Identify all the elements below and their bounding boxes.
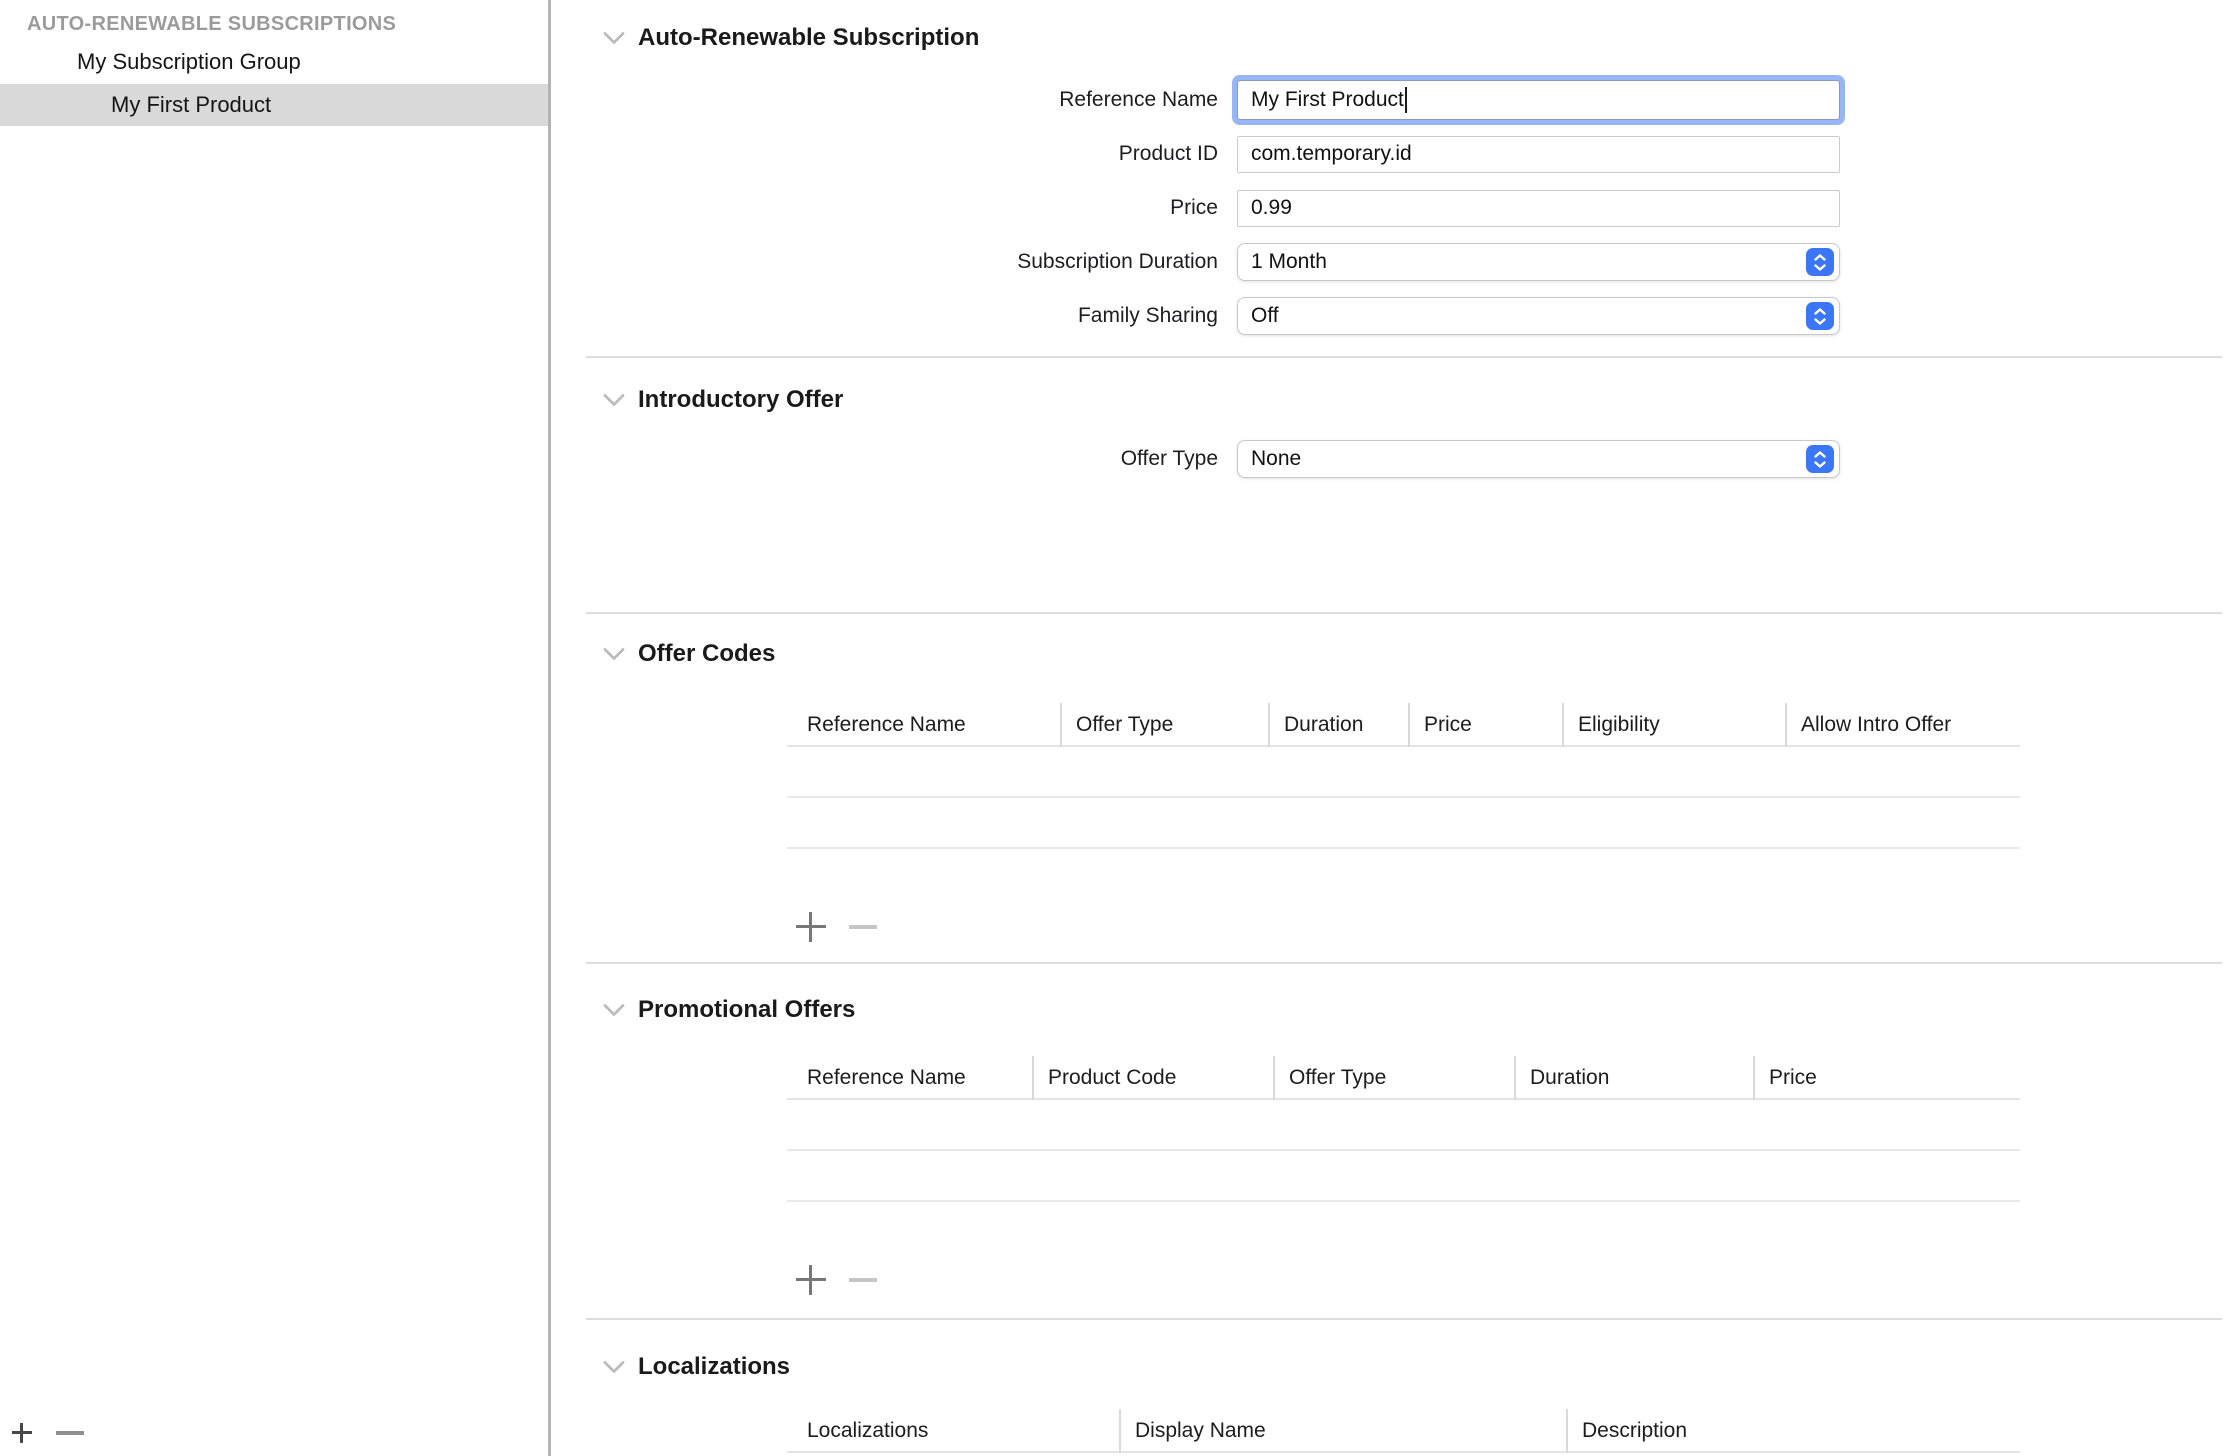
reference-name-input[interactable]: My First Product xyxy=(1237,80,1840,120)
family-sharing-value: Off xyxy=(1251,304,1279,328)
column-header-reference-name[interactable]: Reference Name xyxy=(787,1056,1032,1100)
table-row xyxy=(787,747,2020,798)
add-promotional-offer-button[interactable] xyxy=(796,1265,826,1295)
column-header-reference-name[interactable]: Reference Name xyxy=(787,703,1060,747)
form-row: Reference Name My First Product xyxy=(551,73,2226,127)
localizations-table: Localizations Display Name Description xyxy=(787,1409,2020,1453)
subscription-form: Reference Name My First Product Product … xyxy=(551,73,2226,343)
chevron-down-icon[interactable] xyxy=(603,1003,625,1017)
reference-name-label: Reference Name xyxy=(551,88,1218,112)
promotional-offers-table: Reference Name Product Code Offer Type D… xyxy=(787,1056,2020,1295)
section-divider xyxy=(586,356,2222,358)
section-divider xyxy=(586,962,2222,964)
sidebar-add-button[interactable] xyxy=(11,1418,33,1448)
offer-type-label: Offer Type xyxy=(551,447,1218,471)
price-input[interactable]: 0.99 xyxy=(1237,190,1840,227)
table-row xyxy=(787,1151,2020,1202)
introductory-offer-form: Offer Type None xyxy=(551,432,2226,486)
chevron-down-icon[interactable] xyxy=(603,31,625,45)
table-row xyxy=(787,1100,2020,1151)
chevron-down-icon[interactable] xyxy=(603,647,625,661)
text-caret xyxy=(1405,87,1407,113)
form-row: Price 0.99 xyxy=(551,181,2226,235)
form-row: Subscription Duration 1 Month xyxy=(551,235,2226,289)
offer-type-select[interactable]: None xyxy=(1237,440,1840,478)
product-id-input[interactable]: com.temporary.id xyxy=(1237,136,1840,173)
table-header-row: Reference Name Product Code Offer Type D… xyxy=(787,1056,2020,1100)
plus-icon xyxy=(796,1265,826,1295)
section-title: Localizations xyxy=(638,1353,790,1381)
section-title: Auto-Renewable Subscription xyxy=(638,24,979,52)
column-header-offer-type[interactable]: Offer Type xyxy=(1060,703,1268,747)
sidebar-item-subscription-group[interactable]: My Subscription Group xyxy=(0,41,548,83)
editor-content: Auto-Renewable Subscription Reference Na… xyxy=(551,0,2226,1456)
column-header-offer-type[interactable]: Offer Type xyxy=(1273,1056,1514,1100)
sidebar: AUTO-RENEWABLE SUBSCRIPTIONS My Subscrip… xyxy=(0,0,551,1456)
column-header-description[interactable]: Description xyxy=(1566,1409,2020,1453)
plus-icon xyxy=(12,1423,32,1443)
column-header-eligibility[interactable]: Eligibility xyxy=(1562,703,1785,747)
table-row xyxy=(787,798,2020,849)
promotional-offers-footer xyxy=(796,1265,2020,1295)
column-header-duration[interactable]: Duration xyxy=(1514,1056,1753,1100)
up-down-chevrons-icon xyxy=(1806,302,1834,330)
sidebar-group-header: AUTO-RENEWABLE SUBSCRIPTIONS xyxy=(27,13,396,36)
plus-icon xyxy=(796,912,826,942)
column-header-price[interactable]: Price xyxy=(1753,1056,2020,1100)
section-header-localizations: Localizations xyxy=(603,1351,790,1383)
section-header-promotional-offers: Promotional Offers xyxy=(603,994,855,1026)
section-header-subscription: Auto-Renewable Subscription xyxy=(603,22,979,54)
family-sharing-select[interactable]: Off xyxy=(1237,297,1840,335)
chevron-down-icon[interactable] xyxy=(603,393,625,407)
chevron-down-icon[interactable] xyxy=(603,1360,625,1374)
sidebar-item-first-product[interactable]: My First Product xyxy=(0,84,548,126)
price-value: 0.99 xyxy=(1251,196,1292,220)
remove-promotional-offer-button[interactable] xyxy=(848,1265,878,1295)
minus-icon xyxy=(56,1431,84,1435)
offer-codes-table: Reference Name Offer Type Duration Price… xyxy=(787,703,2020,942)
sidebar-footer xyxy=(0,1410,548,1456)
offer-codes-footer xyxy=(796,912,2020,942)
minus-icon xyxy=(849,1278,877,1282)
minus-icon xyxy=(849,925,877,929)
section-header-introductory-offer: Introductory Offer xyxy=(603,384,843,416)
form-row: Offer Type None xyxy=(551,432,2226,486)
storekit-config-window: AUTO-RENEWABLE SUBSCRIPTIONS My Subscrip… xyxy=(0,0,2226,1456)
table-header-row: Reference Name Offer Type Duration Price… xyxy=(787,703,2020,747)
section-divider xyxy=(586,612,2222,614)
family-sharing-label: Family Sharing xyxy=(551,304,1218,328)
column-header-product-code[interactable]: Product Code xyxy=(1032,1056,1273,1100)
sidebar-remove-button[interactable] xyxy=(55,1418,85,1448)
up-down-chevrons-icon xyxy=(1806,248,1834,276)
price-label: Price xyxy=(551,196,1218,220)
column-header-allow-intro-offer[interactable]: Allow Intro Offer xyxy=(1785,703,2020,747)
subscription-duration-select[interactable]: 1 Month xyxy=(1237,243,1840,281)
reference-name-value: My First Product xyxy=(1251,88,1404,112)
column-header-localizations[interactable]: Localizations xyxy=(787,1409,1119,1453)
up-down-chevrons-icon xyxy=(1806,445,1834,473)
form-row: Family Sharing Off xyxy=(551,289,2226,343)
product-id-label: Product ID xyxy=(551,142,1218,166)
subscription-duration-value: 1 Month xyxy=(1251,250,1327,274)
section-header-offer-codes: Offer Codes xyxy=(603,638,775,670)
form-row: Product ID com.temporary.id xyxy=(551,127,2226,181)
section-title: Offer Codes xyxy=(638,640,775,668)
remove-offer-code-button[interactable] xyxy=(848,912,878,942)
offer-type-value: None xyxy=(1251,447,1301,471)
table-header-row: Localizations Display Name Description xyxy=(787,1409,2020,1453)
section-title: Introductory Offer xyxy=(638,386,843,414)
column-header-display-name[interactable]: Display Name xyxy=(1119,1409,1566,1453)
column-header-price[interactable]: Price xyxy=(1408,703,1562,747)
add-offer-code-button[interactable] xyxy=(796,912,826,942)
column-header-duration[interactable]: Duration xyxy=(1268,703,1408,747)
section-divider xyxy=(586,1318,2222,1320)
product-id-value: com.temporary.id xyxy=(1251,142,1412,166)
subscription-duration-label: Subscription Duration xyxy=(551,250,1218,274)
section-title: Promotional Offers xyxy=(638,996,855,1024)
